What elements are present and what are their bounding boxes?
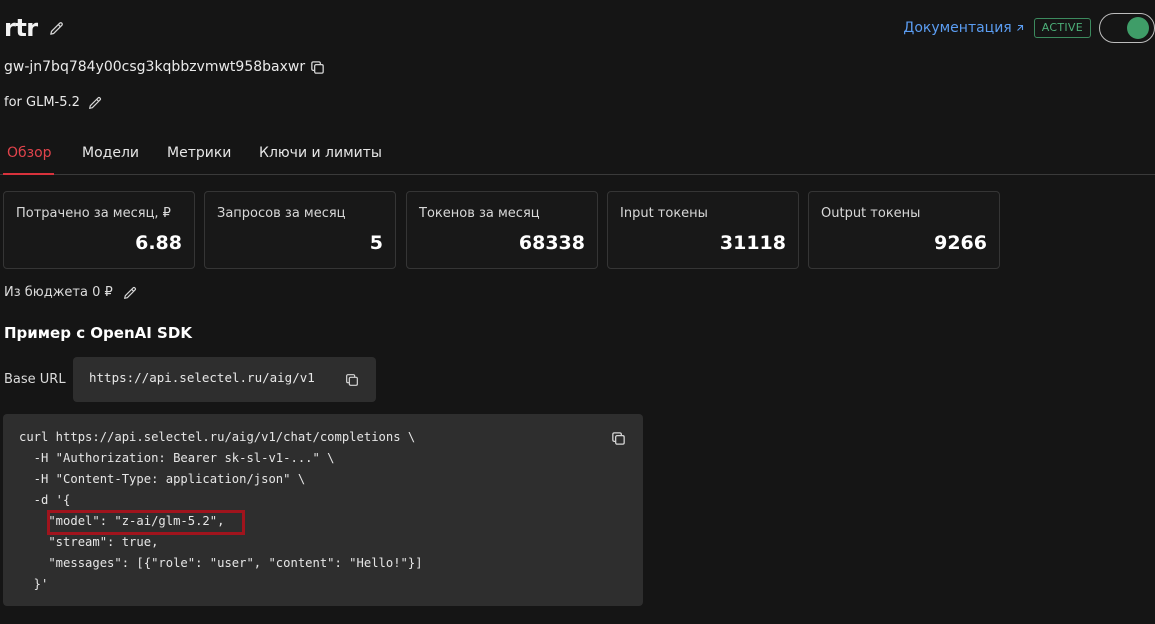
tab-keys-limits-label: Ключи и лимиты bbox=[259, 145, 382, 161]
status-badge: ACTIVE bbox=[1033, 18, 1091, 38]
copy-code-icon[interactable] bbox=[610, 430, 627, 447]
base-url-value: https://api.selectel.ru/aig/v1 bbox=[89, 370, 315, 385]
stat-value: 9266 bbox=[934, 232, 987, 254]
code-line: -H "Content-Type: application/json" \ bbox=[19, 472, 306, 486]
stat-label: Output токены bbox=[821, 206, 921, 221]
stat-value: 68338 bbox=[518, 232, 585, 254]
header-controls: Документация ACTIVE bbox=[903, 12, 1155, 44]
active-tab-underline bbox=[3, 173, 54, 175]
gateway-id-row: gw-jn7bq784y00csg3kqbbzvmwt958baxwr bbox=[4, 56, 326, 78]
tab-overview-label: Обзор bbox=[7, 145, 52, 161]
code-line: "messages": [{"role": "user", "content":… bbox=[19, 556, 423, 570]
gateway-title: rtr bbox=[4, 14, 38, 42]
edit-budget-pencil-icon[interactable] bbox=[122, 285, 138, 301]
stat-value: 5 bbox=[369, 232, 383, 254]
tab-overview[interactable]: Обзор bbox=[7, 136, 52, 173]
stat-label: Токенов за месяц bbox=[419, 206, 540, 221]
stat-value: 6.88 bbox=[135, 232, 182, 254]
stat-value: 31118 bbox=[719, 232, 786, 254]
code-line: -H "Authorization: Bearer sk-sl-v1-..." … bbox=[19, 451, 335, 465]
stat-card-requests: Запросов за месяц 5 bbox=[204, 191, 396, 269]
stat-label: Input токены bbox=[620, 206, 708, 221]
code-line: }' bbox=[19, 577, 49, 591]
tab-models-label: Модели bbox=[82, 145, 139, 161]
gateway-id: gw-jn7bq784y00csg3kqbbzvmwt958baxwr bbox=[4, 59, 306, 75]
documentation-link-label: Документация bbox=[903, 20, 1012, 36]
copy-gateway-id-icon[interactable] bbox=[309, 59, 326, 76]
model-highlight-box bbox=[47, 510, 245, 535]
arrow-up-right-icon bbox=[1014, 22, 1026, 34]
code-line: curl https://api.selectel.ru/aig/v1/chat… bbox=[19, 430, 416, 444]
tab-keys-limits[interactable]: Ключи и лимиты bbox=[259, 136, 382, 173]
tab-metrics[interactable]: Метрики bbox=[167, 136, 231, 173]
code-example-block: curl https://api.selectel.ru/aig/v1/chat… bbox=[3, 414, 643, 606]
documentation-link[interactable]: Документация bbox=[903, 20, 1025, 36]
active-toggle[interactable] bbox=[1099, 13, 1155, 43]
code-line: "stream": true, bbox=[19, 535, 159, 549]
tab-metrics-label: Метрики bbox=[167, 145, 232, 161]
gateway-page: rtr gw-jn7bq784y00csg3kqbbzvmwt958baxwr … bbox=[0, 0, 1155, 624]
stat-label: Потрачено за месяц, ₽ bbox=[16, 206, 171, 221]
toggle-knob bbox=[1127, 17, 1149, 39]
stat-label: Запросов за месяц bbox=[217, 206, 346, 221]
title-row: rtr bbox=[4, 12, 65, 44]
code-line: -d '{ bbox=[19, 493, 71, 507]
stat-card-input-tokens: Input токены 31118 bbox=[607, 191, 799, 269]
tab-bar: Обзор Модели Метрики Ключи и лимиты bbox=[0, 136, 1155, 175]
stat-card-spent: Потрачено за месяц, ₽ 6.88 bbox=[3, 191, 195, 269]
stat-card-tokens: Токенов за месяц 68338 bbox=[406, 191, 598, 269]
tab-models[interactable]: Модели bbox=[82, 136, 139, 173]
base-url-label: Base URL bbox=[4, 372, 66, 387]
edit-description-pencil-icon[interactable] bbox=[87, 95, 103, 111]
budget-text: Из бюджета 0 ₽ bbox=[4, 285, 113, 300]
copy-base-url-icon[interactable] bbox=[344, 372, 360, 388]
edit-title-pencil-icon[interactable] bbox=[48, 20, 65, 37]
budget-row: Из бюджета 0 ₽ bbox=[4, 282, 138, 304]
stat-card-output-tokens: Output токены 9266 bbox=[808, 191, 1000, 269]
base-url-box: https://api.selectel.ru/aig/v1 bbox=[73, 357, 376, 402]
sdk-section-title: Пример с OpenAI SDK bbox=[4, 324, 192, 342]
gateway-description: for GLM-5.2 bbox=[4, 95, 80, 110]
description-row: for GLM-5.2 bbox=[4, 92, 103, 114]
